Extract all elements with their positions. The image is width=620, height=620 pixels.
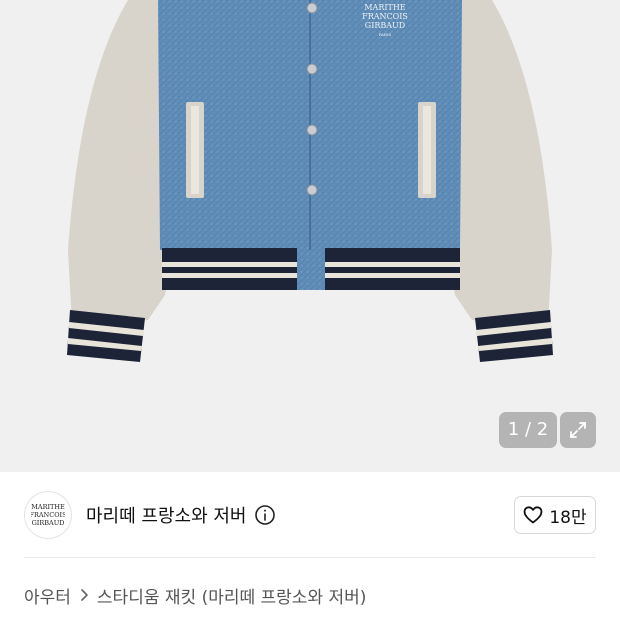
brand-logo[interactable]: MARITHE FRANCOIS GIRBAUD	[24, 491, 72, 539]
heart-icon	[523, 506, 543, 524]
brand-logo-mark: MARITHE FRANCOIS GIRBAUD	[31, 503, 65, 527]
brand-name[interactable]: 마리떼 프랑소와 저버	[86, 502, 246, 528]
svg-text:GIRBAUD: GIRBAUD	[365, 21, 405, 30]
svg-text:FRANCOIS: FRANCOIS	[362, 12, 408, 21]
like-button[interactable]: 18만	[514, 496, 596, 534]
jacket-product-image: MARITHE FRANCOIS GIRBAUD PARIS	[67, 0, 553, 362]
divider	[24, 557, 596, 558]
left-cuff	[67, 310, 145, 362]
info-icon[interactable]	[254, 504, 276, 526]
svg-text:MARITHE: MARITHE	[31, 503, 65, 511]
product-image-gallery[interactable]: MARITHE FRANCOIS GIRBAUD PARIS 1 / 2	[0, 0, 620, 472]
image-pager: 1 / 2	[499, 412, 557, 448]
svg-text:GIRBAUD: GIRBAUD	[32, 519, 65, 527]
svg-text:PARIS: PARIS	[379, 32, 392, 37]
breadcrumb-product[interactable]: 스타디움 재킷 (마리떼 프랑소와 저버)	[97, 583, 366, 608]
hem-rib	[162, 248, 460, 290]
expand-button[interactable]	[560, 412, 596, 448]
svg-text:FRANCOIS: FRANCOIS	[31, 511, 65, 519]
svg-text:MARITHE: MARITHE	[364, 3, 405, 12]
like-count: 18만	[549, 507, 587, 528]
breadcrumb-category[interactable]: 아우터	[24, 583, 71, 608]
chevron-right-icon	[79, 588, 89, 602]
expand-icon	[570, 422, 586, 438]
brand-row: MARITHE FRANCOIS GIRBAUD 마리떼 프랑소와 저버 18만	[24, 490, 596, 540]
left-pocket	[186, 102, 204, 198]
right-pocket	[418, 102, 436, 198]
right-cuff	[475, 310, 553, 362]
breadcrumb: 아우터 스타디움 재킷 (마리떼 프랑소와 저버)	[24, 582, 366, 608]
